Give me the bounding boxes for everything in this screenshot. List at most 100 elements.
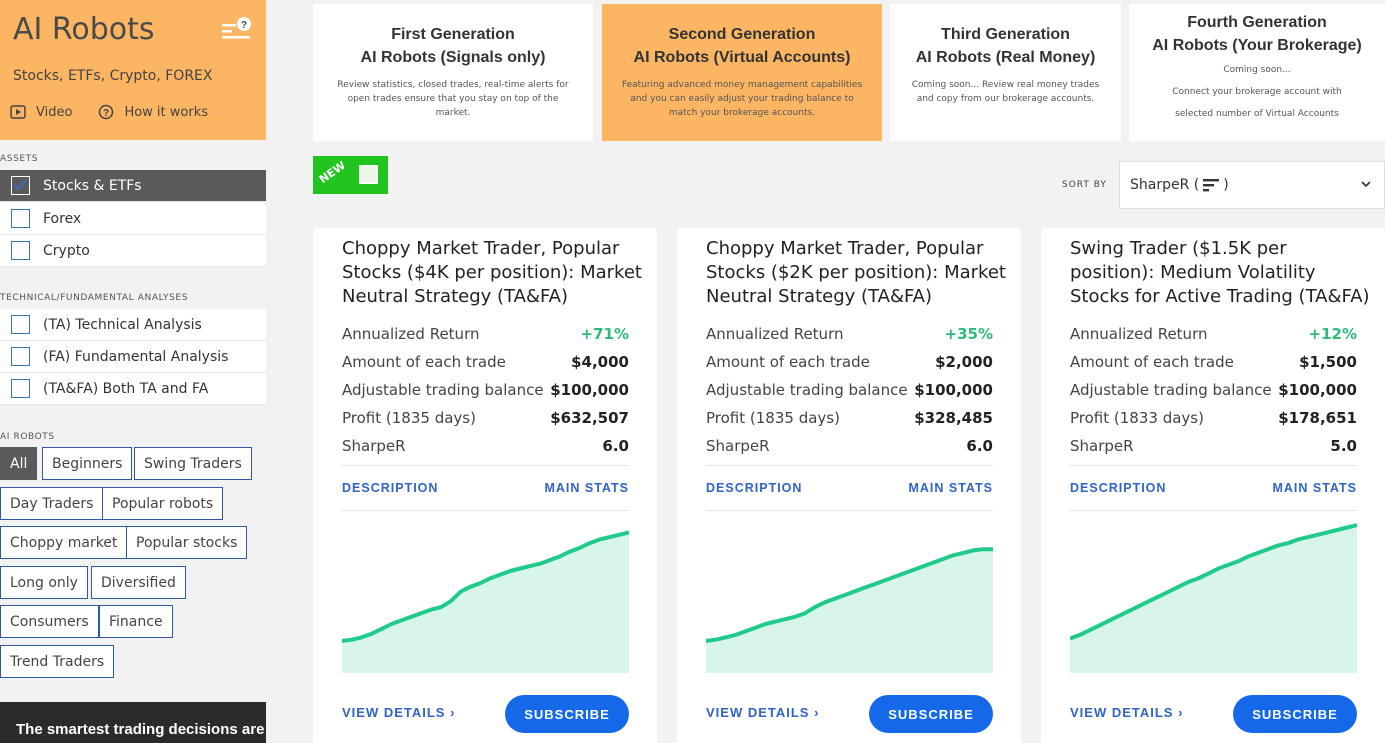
card-tabs: DESCRIPTION MAIN STATS <box>1070 481 1357 495</box>
analysis-fa[interactable]: (FA) Fundamental Analysis <box>0 341 266 373</box>
stat-value: $4,000 <box>571 353 629 371</box>
stat-label: Profit (1835 days) <box>342 409 476 427</box>
tag-swing-traders[interactable]: Swing Traders <box>134 447 252 480</box>
sparkline-area <box>1070 525 1357 673</box>
tag-consumers[interactable]: Consumers <box>0 605 99 638</box>
tab-main-stats[interactable]: MAIN STATS <box>1272 481 1357 495</box>
how-it-works-label: How it works <box>124 104 209 120</box>
tag-diversified[interactable]: Diversified <box>91 566 186 599</box>
tab-main-stats[interactable]: MAIN STATS <box>908 481 993 495</box>
subscribe-button[interactable]: SUBSCRIBE <box>1233 695 1357 733</box>
card-tabs: DESCRIPTION MAIN STATS <box>342 481 629 495</box>
subscribe-button[interactable]: SUBSCRIBE <box>869 695 993 733</box>
stat-label: Amount of each trade <box>342 353 506 371</box>
generation-card-first[interactable]: First Generation AI Robots (Signals only)… <box>313 4 593 141</box>
stat-row: Amount of each trade $1,500 <box>1070 348 1357 376</box>
tab-description[interactable]: DESCRIPTION <box>342 481 438 495</box>
asset-stocks-etfs[interactable]: Stocks & ETFs <box>0 170 266 202</box>
stat-value: $632,507 <box>550 409 629 427</box>
gen-title-line1: First Generation <box>391 26 515 43</box>
tag-trend-traders[interactable]: Trend Traders <box>0 645 115 678</box>
sort-select[interactable]: SharpeR ( ) <box>1119 161 1385 209</box>
analysis-label: (TA&FA) Both TA and FA <box>43 380 209 397</box>
analysis-ta[interactable]: (TA) Technical Analysis <box>0 309 266 341</box>
sort-lines-icon <box>1203 179 1220 192</box>
stat-value: $100,000 <box>914 381 993 399</box>
robot-stats: Annualized Return +35% Amount of each tra… <box>706 320 993 460</box>
tag-popular-robots[interactable]: Popular robots <box>102 487 224 520</box>
stat-value: $100,000 <box>550 381 629 399</box>
tag-long-only[interactable]: Long only <box>0 566 88 599</box>
stat-value: 6.0 <box>602 437 629 455</box>
stat-value: $1,500 <box>1299 353 1357 371</box>
how-it-works-link[interactable]: ? How it works <box>98 104 208 120</box>
stat-label: Adjustable trading balance <box>706 381 908 399</box>
stat-value: +71% <box>580 325 629 343</box>
robot-card: Choppy Market Trader, Popular Stocks ($2… <box>677 228 1021 743</box>
asset-label: Forex <box>43 210 82 227</box>
new-filter-toggle[interactable]: NEW <box>313 156 388 194</box>
stat-label: Annualized Return <box>706 325 844 343</box>
asset-crypto[interactable]: Crypto <box>0 235 266 267</box>
checkbox[interactable] <box>11 315 30 334</box>
tag-day-traders[interactable]: Day Traders <box>0 487 104 520</box>
video-icon <box>10 105 26 119</box>
brand-title: AI Robots <box>13 12 155 47</box>
checkbox[interactable] <box>11 347 30 366</box>
divider <box>342 465 629 466</box>
tab-description[interactable]: DESCRIPTION <box>1070 481 1166 495</box>
tag-finance[interactable]: Finance <box>99 605 173 638</box>
stat-label: Annualized Return <box>1070 325 1208 343</box>
checkbox[interactable] <box>11 209 30 228</box>
tab-main-stats[interactable]: MAIN STATS <box>544 481 629 495</box>
stat-label: Amount of each trade <box>706 353 870 371</box>
tag-all[interactable]: All <box>0 447 38 480</box>
stat-label: Profit (1835 days) <box>706 409 840 427</box>
divider <box>342 510 629 511</box>
gen-title-line1: Fourth Generation <box>1187 14 1327 31</box>
stat-value: $2,000 <box>935 353 993 371</box>
generation-card-third[interactable]: Third Generation AI Robots (Real Money) C… <box>890 4 1121 141</box>
stat-row: SharpeR 6.0 <box>342 432 629 460</box>
stat-label: SharpeR <box>342 437 406 455</box>
stat-label: Amount of each trade <box>1070 353 1234 371</box>
gen-description: Coming soon... Review real money trades … <box>911 80 1100 104</box>
stat-label: Adjustable trading balance <box>342 381 544 399</box>
tag-beginners[interactable]: Beginners <box>42 447 133 480</box>
view-details-link[interactable]: VIEW DETAILS › <box>1070 705 1183 720</box>
generation-card-fourth[interactable]: Fourth Generation AI Robots (Your Brokera… <box>1129 4 1385 141</box>
stat-row: SharpeR 5.0 <box>1070 432 1357 460</box>
help-circle-icon: ? <box>99 104 114 120</box>
stat-row: Annualized Return +35% <box>706 320 993 348</box>
checkbox[interactable] <box>11 379 30 398</box>
video-link[interactable]: Video <box>10 105 72 120</box>
stat-label: SharpeR <box>706 437 770 455</box>
subscribe-button[interactable]: SUBSCRIBE <box>505 695 629 733</box>
robot-stats: Annualized Return +71% Amount of each tra… <box>342 320 629 460</box>
stat-value: +12% <box>1308 325 1357 343</box>
checkbox-checked[interactable] <box>11 176 30 195</box>
brand-panel: AI Robots ? Stocks, ETFs, Crypto, FOREX … <box>0 0 266 140</box>
view-details-link[interactable]: VIEW DETAILS › <box>342 705 455 720</box>
sort-value-suffix: ) <box>1223 177 1229 193</box>
card-tabs: DESCRIPTION MAIN STATS <box>706 481 993 495</box>
menu-help-icon[interactable]: ? <box>220 16 252 42</box>
checkbox[interactable] <box>11 241 30 260</box>
stat-row: Annualized Return +71% <box>342 320 629 348</box>
new-checkbox[interactable] <box>359 165 378 184</box>
stat-row: Adjustable trading balance $100,000 <box>706 376 993 404</box>
performance-sparkline <box>342 530 629 673</box>
tag-popular-stocks[interactable]: Popular stocks <box>126 526 248 559</box>
generation-card-second[interactable]: Second Generation AI Robots (Virtual Acco… <box>602 4 882 141</box>
tag-choppy-market[interactable]: Choppy market <box>0 526 128 559</box>
stat-row: Profit (1833 days) $178,651 <box>1070 404 1357 432</box>
stat-row: Amount of each trade $4,000 <box>342 348 629 376</box>
robots-section-label: AI ROBOTS <box>0 432 55 442</box>
view-details-link[interactable]: VIEW DETAILS › <box>706 705 819 720</box>
gen-title-line2: AI Robots (Your Brokerage) <box>1152 37 1362 54</box>
tab-description[interactable]: DESCRIPTION <box>706 481 802 495</box>
analysis-ta-fa[interactable]: (TA&FA) Both TA and FA <box>0 373 266 405</box>
promo-banner: The smartest trading decisions are <box>0 702 266 743</box>
robot-card: Choppy Market Trader, Popular Stocks ($4… <box>313 228 657 743</box>
asset-forex[interactable]: Forex <box>0 203 266 235</box>
